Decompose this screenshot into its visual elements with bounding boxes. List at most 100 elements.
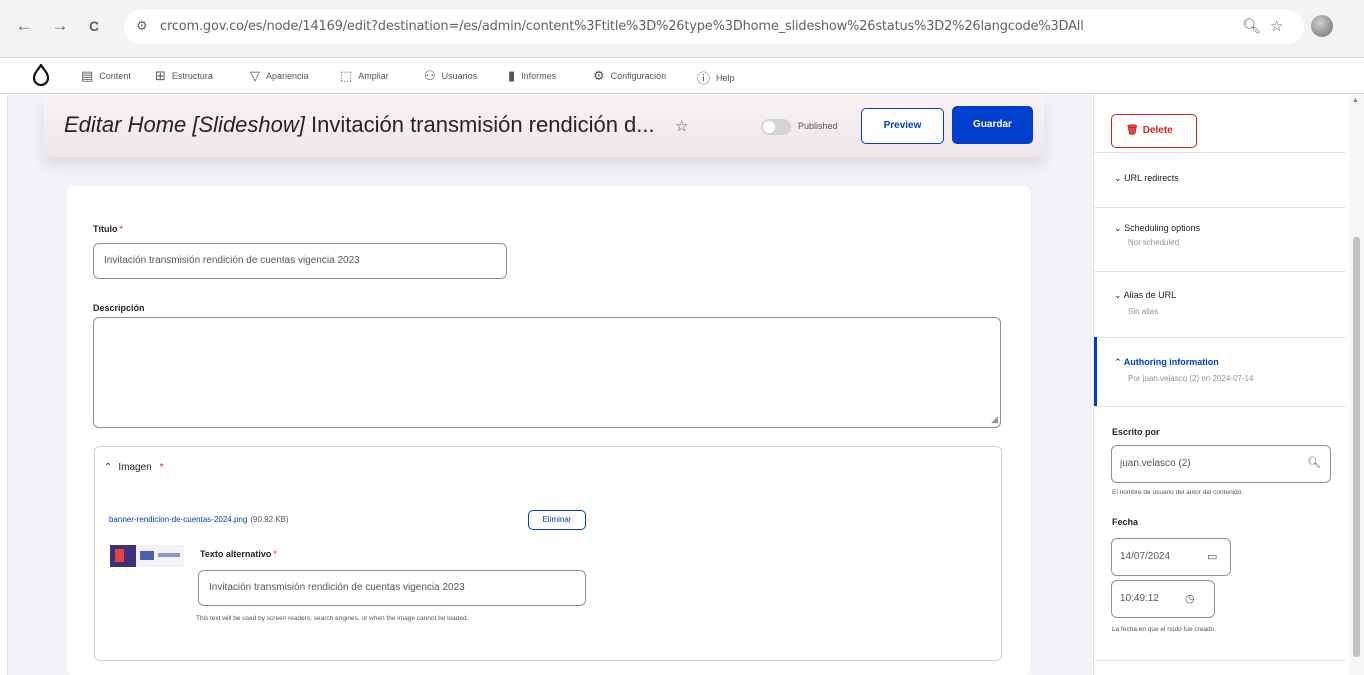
date-help: La fecha en que el nodo fue creado. [1112, 626, 1217, 633]
author-help: El nombre de usuario del autor del conte… [1112, 489, 1244, 496]
toolbar-item-label: Content [99, 71, 131, 81]
description-textarea[interactable]: ◢ [93, 317, 1001, 428]
save-button[interactable]: Guardar [952, 106, 1033, 144]
section-title-text: URL redirects [1124, 173, 1179, 183]
drupal-drop-icon[interactable] [32, 64, 50, 86]
title-label-text: Título [93, 224, 118, 234]
chevron-up-icon: ⌃ [1114, 357, 1122, 367]
chevron-down-icon: ⌄ [1114, 290, 1122, 300]
back-icon[interactable]: ← [12, 14, 36, 38]
required-mark: * [159, 462, 164, 473]
published-label: Published [798, 121, 838, 131]
required-mark: * [119, 224, 124, 234]
toolbar-item-appearance[interactable]: ▽ Apariencia [250, 68, 309, 84]
section-next[interactable] [1094, 660, 1346, 675]
structure-icon: ⊞ [155, 68, 166, 83]
profile-avatar[interactable] [1311, 15, 1333, 37]
date-value: 14/07/2024 [1120, 551, 1171, 562]
title-input[interactable]: Invitación transmisión rendición de cuen… [93, 243, 507, 279]
config-icon: ⚙ [593, 68, 605, 83]
section-title[interactable]: ⌃ Authoring information [1114, 357, 1219, 368]
section-title[interactable]: ⌄ Scheduling options [1114, 223, 1200, 234]
zoom-icon[interactable]: 🔍︎ [1242, 17, 1261, 35]
alt-text-help: This text will be used by screen readers… [196, 615, 469, 622]
file-size: (90.92 KB) [250, 515, 289, 524]
chevron-down-icon: ⌄ [1114, 223, 1122, 233]
toolbar-item-reports[interactable]: ▮ Informes [508, 68, 556, 84]
date-label: Fecha [1112, 517, 1139, 527]
file-link[interactable]: banner-rendicion-de-cuentas-2024.png [109, 515, 247, 524]
alt-text-label: Texto alternativo * [200, 549, 277, 559]
published-toggle[interactable] [761, 119, 791, 135]
section-title[interactable]: ⌄ URL redirects [1114, 173, 1179, 184]
author-input[interactable]: juan.velasco (2) [1111, 445, 1331, 483]
chevron-up-icon: ⌃ [104, 462, 113, 473]
toolbar-item-label: Estructura [171, 71, 213, 81]
section-title-text: Authoring information [1123, 357, 1219, 367]
address-bar[interactable]: ⚙ crcom.gov.co/es/node/14169/edit?destin… [124, 10, 1304, 44]
file-row: banner-rendicion-de-cuentas-2024.png (90.… [109, 515, 289, 524]
time-value: 10:49:12 [1120, 593, 1159, 604]
scrollbar-thumb[interactable] [1353, 237, 1360, 657]
delete-label: Delete [1142, 125, 1173, 136]
shortcut-star-icon[interactable]: ☆ [675, 117, 688, 135]
page-title: Editar Home [Slideshow] Invitación trans… [64, 112, 655, 138]
author-value: juan.velasco (2) [1120, 458, 1191, 469]
admin-toolbar: ▤ Content ⊞ Estructura ▽ Apariencia ⬚ Am… [0, 58, 1364, 94]
page-title-prefix: Editar Home [Slideshow] [64, 112, 305, 137]
clock-icon[interactable]: ◷ [1185, 592, 1195, 605]
toolbar-item-structure[interactable]: ⊞ Estructura [155, 68, 213, 84]
image-thumbnail [110, 545, 184, 567]
author-label: Escrito por [1112, 427, 1160, 437]
toolbar-item-users[interactable]: ⚇ Usuarios [424, 68, 477, 84]
reports-icon: ▮ [508, 68, 516, 83]
toolbar-item-label: Configuración [610, 71, 667, 81]
section-subtitle: Sin alias [1128, 307, 1159, 316]
resize-handle-icon[interactable]: ◢ [991, 414, 998, 425]
toolbar-item-extend[interactable]: ⬚ Ampliar [340, 68, 389, 84]
reload-icon[interactable]: C [82, 14, 106, 38]
trash-icon: 🗑︎ [1126, 125, 1139, 136]
help-icon: ⓘ [697, 71, 711, 86]
toolbar-item-label: Informes [521, 71, 557, 81]
preview-button[interactable]: Preview [861, 108, 944, 144]
image-summary[interactable]: ⌃ Imagen * [104, 462, 164, 473]
toolbar-item-label: Usuarios [441, 71, 478, 81]
search-icon: 🔍︎ [1307, 457, 1321, 469]
section-title-text: Scheduling options [1124, 223, 1201, 233]
title-label: Título * [93, 224, 123, 234]
section-subtitle: Not scheduled [1128, 238, 1180, 247]
chevron-down-icon: ⌄ [1114, 173, 1122, 183]
users-icon: ⚇ [424, 68, 436, 83]
section-subtitle: Por juan.velasco (2) en 2024-07-14 [1128, 374, 1254, 383]
alt-text-input[interactable]: Invitación transmisión rendición de cuen… [198, 570, 586, 606]
section-title-text: Alias de URL [1123, 290, 1177, 300]
delete-button[interactable]: 🗑︎ Delete [1111, 114, 1197, 148]
toolbar-item-label: Ampliar [358, 71, 389, 81]
section-url-alias[interactable] [1094, 271, 1346, 337]
toolbar-item-help[interactable]: ⓘ Help [697, 68, 735, 87]
extend-icon: ⬚ [340, 68, 353, 83]
toolbar-item-label: Apariencia [266, 71, 309, 81]
time-input[interactable]: 10:49:12 [1111, 580, 1215, 618]
active-indicator [1094, 337, 1097, 406]
section-authoring[interactable] [1094, 337, 1346, 406]
content-icon: ▤ [81, 68, 94, 83]
calendar-icon[interactable]: ▭ [1207, 550, 1217, 563]
page-title-text: Invitación transmisión rendición d... [311, 112, 655, 137]
toolbar-item-config[interactable]: ⚙ Configuración [593, 68, 666, 84]
section-title[interactable]: ⌄ Alias de URL [1114, 290, 1176, 301]
description-label: Descripción [93, 303, 145, 313]
divider [1094, 406, 1346, 407]
url-text[interactable]: crcom.gov.co/es/node/14169/edit?destinat… [160, 19, 1084, 34]
scroll-up-icon[interactable]: ▲ [1352, 97, 1359, 104]
bookmark-star-icon[interactable]: ☆ [1270, 17, 1283, 35]
left-edge [0, 95, 8, 675]
image-summary-label: Imagen [118, 462, 152, 473]
toolbar-item-content[interactable]: ▤ Content [81, 68, 131, 84]
required-mark: * [273, 549, 277, 559]
forward-icon[interactable]: → [48, 14, 72, 38]
remove-image-button[interactable]: Eliminar [528, 510, 586, 530]
alt-text-label-text: Texto alternativo [200, 549, 272, 559]
site-settings-icon[interactable]: ⚙ [136, 18, 148, 34]
